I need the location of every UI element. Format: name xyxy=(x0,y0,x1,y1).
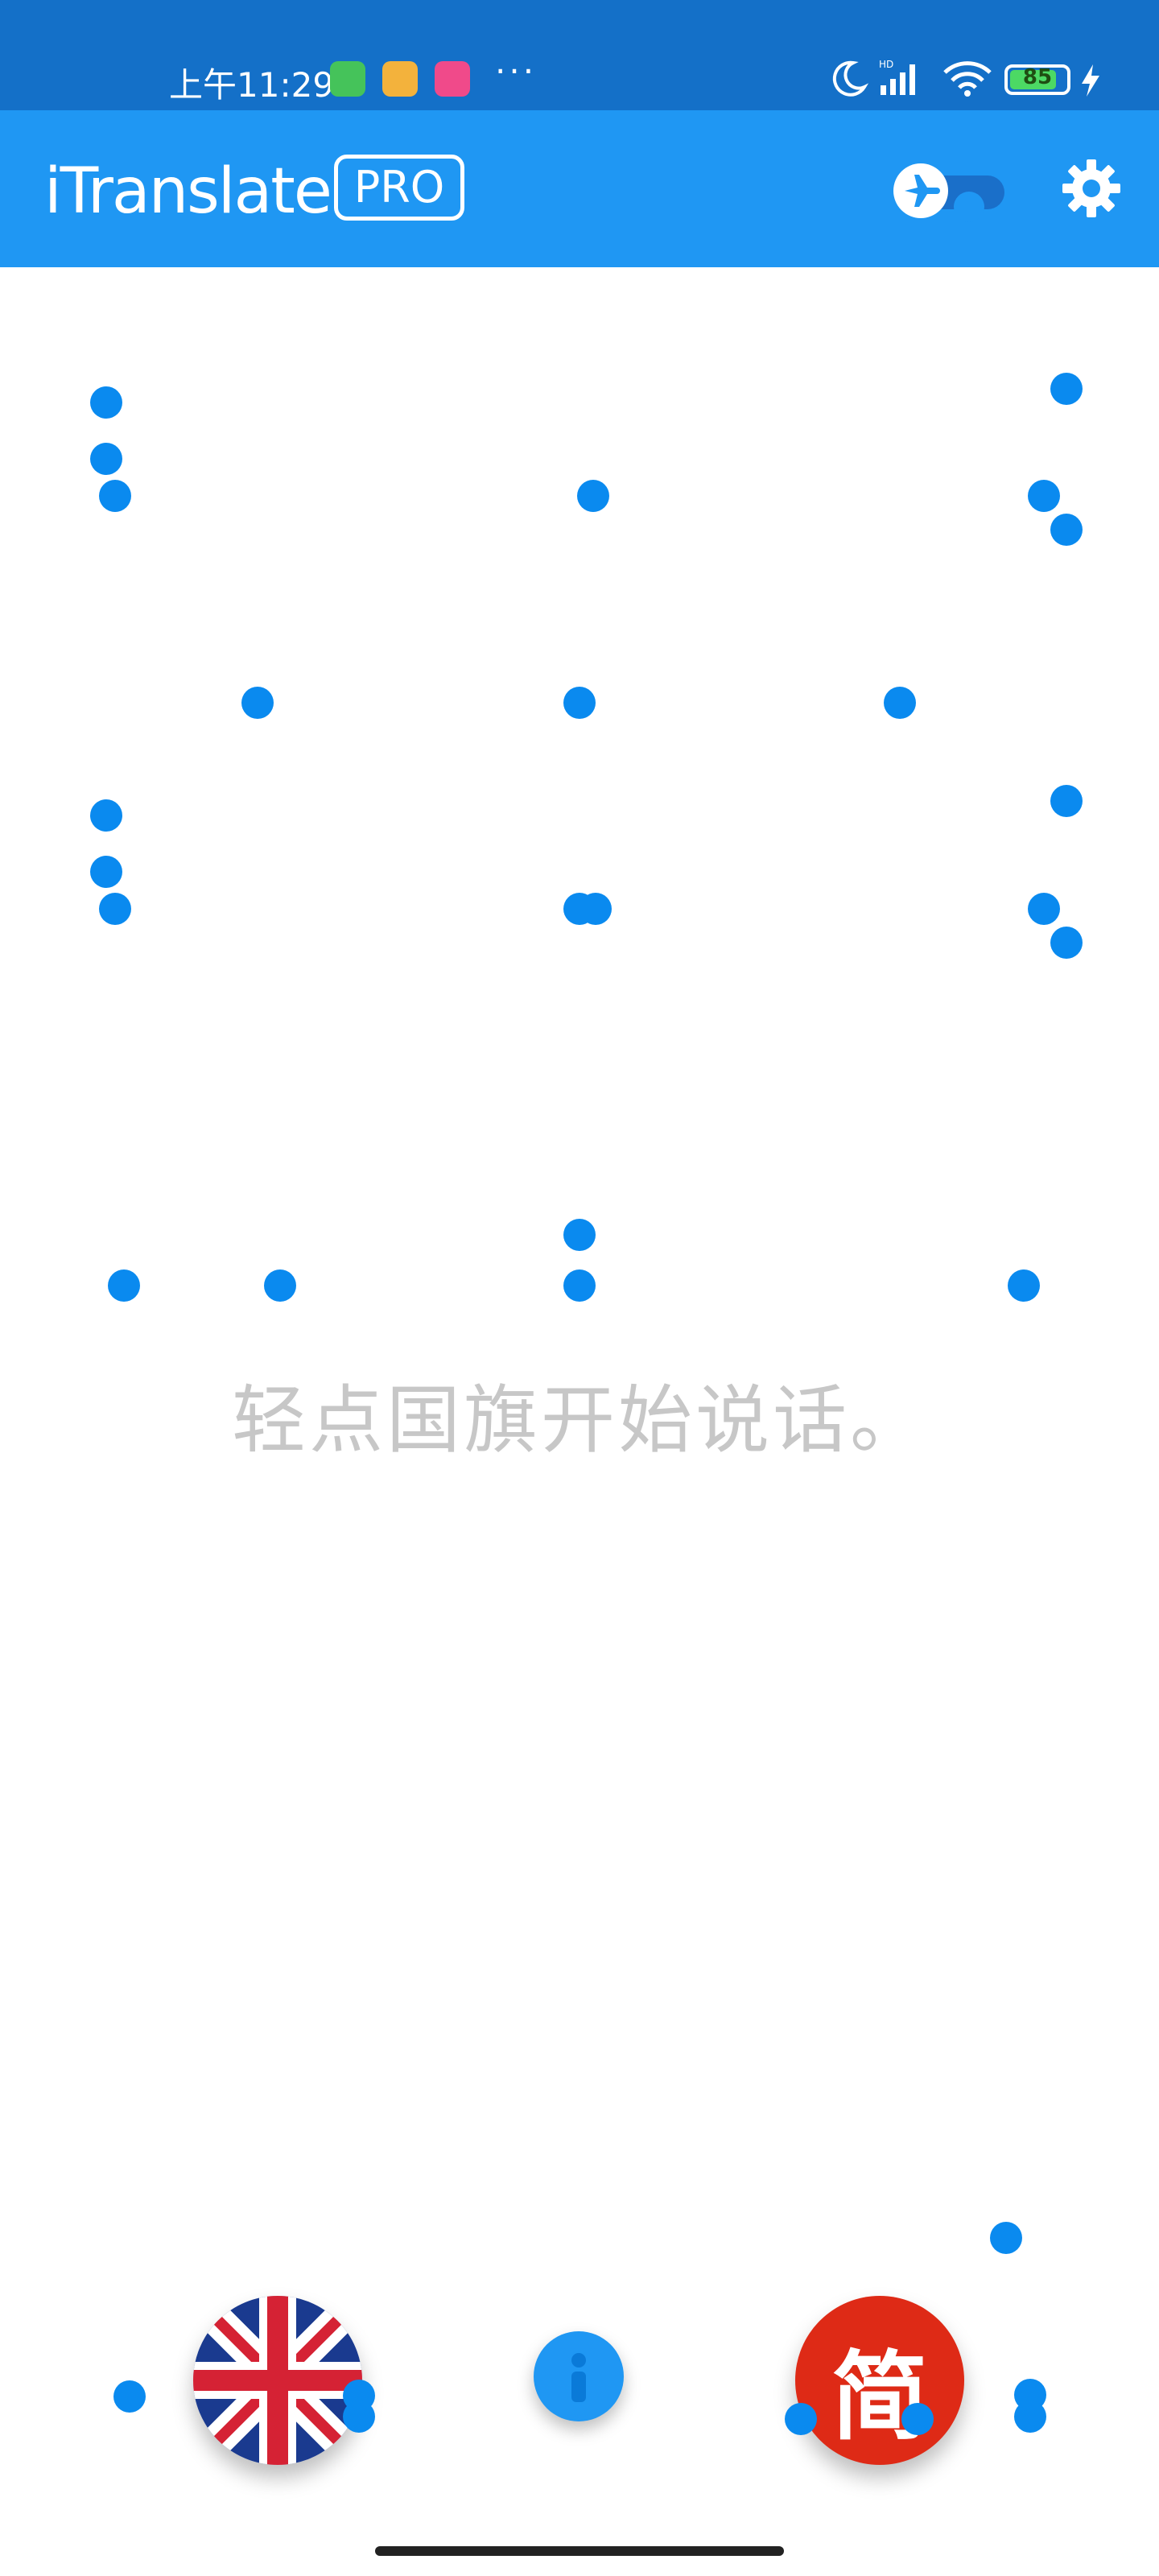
decoration-dot xyxy=(1008,1269,1040,1302)
app-icon-green xyxy=(330,61,365,97)
decoration-dot xyxy=(1050,927,1083,959)
battery-icon: 85 xyxy=(1004,64,1070,95)
airplane-icon xyxy=(893,163,948,218)
charging-icon xyxy=(1082,64,1099,97)
decoration-dot xyxy=(990,2222,1022,2254)
app-icon-orange xyxy=(382,61,418,97)
decoration-dot xyxy=(99,480,131,512)
decoration-dot xyxy=(901,2403,934,2435)
info-button[interactable] xyxy=(534,2331,624,2421)
tap-flag-hint: 轻点国旗开始说话。 xyxy=(231,1377,927,1463)
decoration-dot xyxy=(108,1269,140,1302)
target-language-button[interactable]: 简 xyxy=(795,2296,964,2465)
status-bar: 上午11:29 ··· HD 85 xyxy=(0,0,1159,110)
app-bar: iTranslate PRO xyxy=(0,110,1159,267)
home-indicator[interactable] xyxy=(375,2546,784,2556)
decoration-dot xyxy=(1014,2401,1046,2433)
decoration-dot xyxy=(563,1269,596,1302)
moon-icon xyxy=(832,60,869,97)
decoration-dot xyxy=(785,2403,817,2435)
decoration-dot xyxy=(577,480,609,512)
decoration-dot xyxy=(90,856,122,888)
battery-level: 85 xyxy=(1022,65,1053,89)
target-language-label: 简 xyxy=(831,2342,928,2454)
decoration-dot xyxy=(563,1219,596,1251)
signal-icon: HD xyxy=(879,59,915,95)
decoration-dot xyxy=(1050,514,1083,546)
decoration-dot xyxy=(90,799,122,832)
decoration-dot xyxy=(113,2380,146,2413)
decoration-dot xyxy=(264,1269,296,1302)
decoration-dot xyxy=(90,443,122,475)
decoration-dot xyxy=(343,2401,375,2433)
uk-flag-icon xyxy=(193,2296,362,2465)
decoration-dot xyxy=(1028,480,1060,512)
decoration-dot xyxy=(563,687,596,719)
decoration-dot xyxy=(1050,373,1083,405)
decoration-dot xyxy=(1028,893,1060,925)
decoration-dot xyxy=(90,386,122,419)
offline-mode-toggle[interactable] xyxy=(893,161,1006,222)
wifi-icon xyxy=(943,61,992,97)
decoration-dot xyxy=(580,893,612,925)
more-notifications-icon: ··· xyxy=(495,52,538,91)
gear-icon[interactable] xyxy=(1061,158,1122,219)
decoration-dot xyxy=(241,687,274,719)
decoration-dot xyxy=(1050,785,1083,817)
status-time: 上午11:29 xyxy=(169,65,335,105)
info-icon xyxy=(571,2353,586,2402)
toggle-knob xyxy=(954,192,984,222)
app-icon-pink xyxy=(435,61,470,97)
decoration-dot xyxy=(884,687,916,719)
decoration-dot xyxy=(99,893,131,925)
pro-badge: PRO xyxy=(334,155,464,221)
source-language-button[interactable] xyxy=(193,2296,362,2465)
app-title: iTranslate xyxy=(44,155,332,228)
svg-text:HD: HD xyxy=(879,59,893,70)
